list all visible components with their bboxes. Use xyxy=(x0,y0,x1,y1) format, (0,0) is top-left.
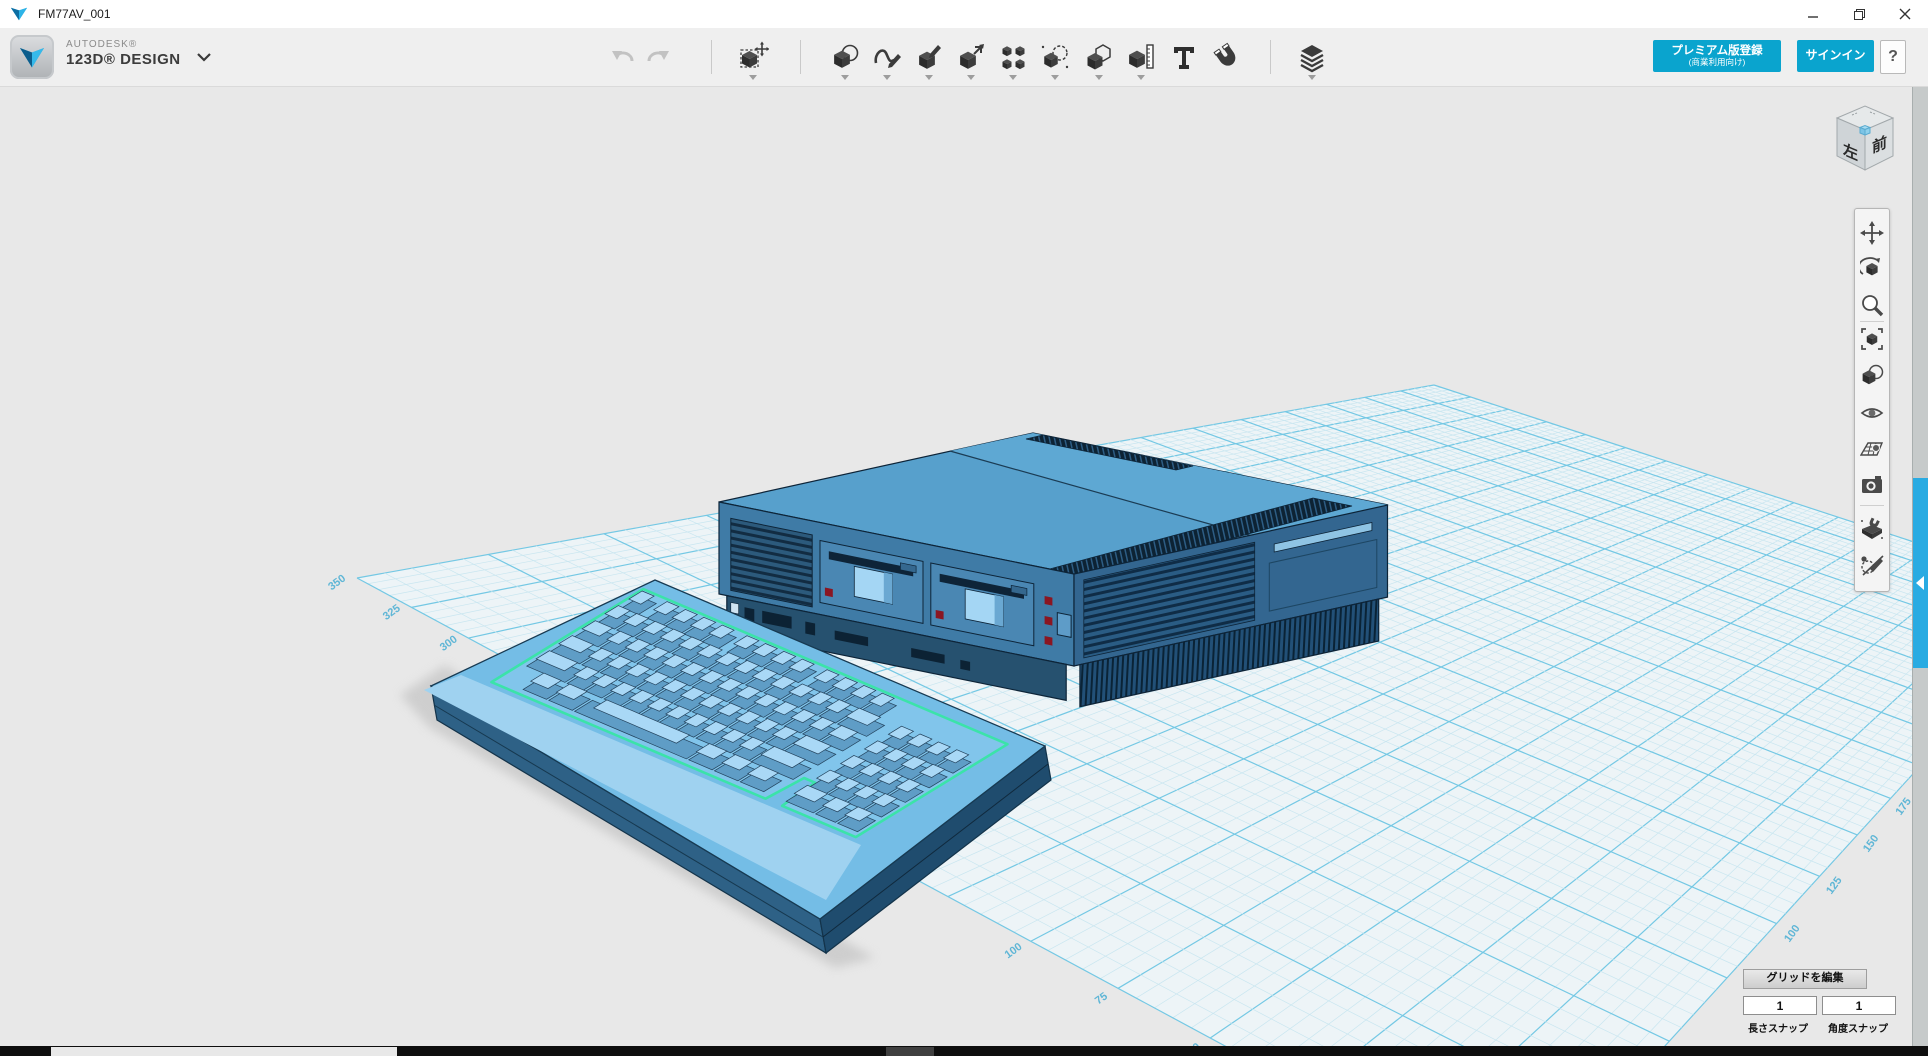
magnet-box-icon xyxy=(1860,517,1884,541)
scene-canvas[interactable]: 3503253001007550100125150175 xyxy=(0,0,1928,1056)
orbit-icon xyxy=(1860,257,1884,281)
app-menu-button[interactable] xyxy=(10,35,54,79)
svg-text:325: 325 xyxy=(381,602,403,622)
123d-logo-icon xyxy=(17,42,47,72)
main-toolbar: AUTODESK® 123D® DESIGN xyxy=(0,28,1928,87)
fit-view-tool[interactable] xyxy=(1860,327,1884,351)
transform-icon xyxy=(737,41,769,73)
construct-tool-button[interactable] xyxy=(912,40,946,74)
combine-tool-button[interactable] xyxy=(1082,40,1116,74)
svg-text:125: 125 xyxy=(1824,875,1844,897)
material-icon xyxy=(1296,41,1328,73)
sketch-visibility-tool[interactable] xyxy=(1860,553,1884,577)
text-tool-button[interactable] xyxy=(1167,40,1201,74)
parts-drawer-strip xyxy=(1912,86,1928,1046)
edit-grid-button[interactable]: グリッドを編集 xyxy=(1743,969,1867,989)
pattern-icon xyxy=(997,41,1029,73)
grouping-icon xyxy=(1039,41,1071,73)
app-icon xyxy=(10,5,28,23)
taskbar-light-segment xyxy=(51,1047,397,1056)
screenshot-tool[interactable] xyxy=(1860,473,1884,497)
eye-icon xyxy=(1860,401,1884,425)
help-button[interactable]: ? xyxy=(1880,40,1906,74)
toolbar-separator xyxy=(800,40,801,74)
premium-signup-button[interactable]: プレミアム版登録 (商業利用向け) xyxy=(1653,40,1781,72)
toolbar-separator xyxy=(1270,40,1271,74)
undo-icon xyxy=(610,43,638,71)
measure-tool-button[interactable] xyxy=(1124,40,1158,74)
show-hide-tool[interactable] xyxy=(1860,401,1884,425)
svg-text:75: 75 xyxy=(1093,990,1110,1007)
shading-tool[interactable] xyxy=(1860,363,1884,387)
shading-icon xyxy=(1860,363,1884,387)
text-icon xyxy=(1168,41,1200,73)
brand-autodesk: AUTODESK® xyxy=(66,39,137,50)
menu-chevron-icon[interactable] xyxy=(196,52,212,62)
grid-eye-icon xyxy=(1860,437,1884,461)
zoom-icon xyxy=(1860,293,1884,317)
svg-text:100: 100 xyxy=(1003,941,1025,961)
minimize-button[interactable] xyxy=(1790,0,1836,28)
sign-in-button[interactable]: サインイン xyxy=(1797,40,1874,72)
measure-icon xyxy=(1125,41,1157,73)
brand-product: 123D® DESIGN xyxy=(66,51,181,68)
pattern-tool-button[interactable] xyxy=(996,40,1030,74)
taskbar-gray-segment xyxy=(886,1047,934,1056)
angle-snap-label: 角度スナップ xyxy=(1828,1020,1888,1035)
camera-icon xyxy=(1860,473,1884,497)
construct-icon xyxy=(913,41,945,73)
length-snap-label: 長さスナップ xyxy=(1748,1020,1808,1035)
primitives-tool-button[interactable] xyxy=(828,40,862,74)
orbit-tool[interactable] xyxy=(1860,257,1884,281)
sketch-icon xyxy=(871,41,903,73)
pan-icon xyxy=(1860,221,1884,245)
primitives-icon xyxy=(829,41,861,73)
palette-divider xyxy=(1860,505,1884,506)
snap-icon xyxy=(1211,41,1243,73)
grouping-tool-button[interactable] xyxy=(1038,40,1072,74)
grid-visibility-tool[interactable] xyxy=(1860,437,1884,461)
material-tool-button[interactable] xyxy=(1295,40,1329,74)
pan-tool[interactable] xyxy=(1860,221,1884,245)
length-snap-input[interactable] xyxy=(1743,996,1817,1015)
palette-divider xyxy=(1860,321,1884,322)
sketch-hidden-icon xyxy=(1860,553,1884,577)
grid-settings-panel: グリッドを編集 長さスナップ 角度スナップ xyxy=(1740,966,1902,1042)
modify-tool-button[interactable] xyxy=(954,40,988,74)
sketch-tool-button[interactable] xyxy=(870,40,904,74)
redo-icon xyxy=(643,43,671,71)
titlebar: FM77AV_001 xyxy=(0,0,1928,29)
svg-text:300: 300 xyxy=(438,633,460,653)
parts-drawer-handle[interactable] xyxy=(1913,478,1928,668)
view-tool-palette xyxy=(1854,208,1890,592)
document-title: FM77AV_001 xyxy=(38,7,111,21)
viewcube[interactable]: 左 前 xyxy=(1824,102,1904,178)
fit-view-icon xyxy=(1860,327,1884,351)
transform-tool-button[interactable] xyxy=(736,40,770,74)
undo-button[interactable] xyxy=(607,40,641,74)
svg-text:350: 350 xyxy=(326,573,348,593)
drawer-expand-arrow-icon[interactable] xyxy=(1916,576,1924,590)
angle-snap-input[interactable] xyxy=(1822,996,1896,1015)
combine-icon xyxy=(1083,41,1115,73)
toolbar-separator xyxy=(711,40,712,74)
svg-text:150: 150 xyxy=(1861,833,1881,855)
close-button[interactable] xyxy=(1882,0,1928,28)
snap-surface-tool[interactable] xyxy=(1860,517,1884,541)
zoom-tool[interactable] xyxy=(1860,293,1884,317)
svg-text:100: 100 xyxy=(1782,923,1802,945)
app-window: { "window": { "title": "FM77AV_001" }, "… xyxy=(0,0,1928,1056)
restore-button[interactable] xyxy=(1836,0,1882,28)
svg-text:175: 175 xyxy=(1893,796,1913,818)
redo-button[interactable] xyxy=(640,40,674,74)
modify-icon xyxy=(955,41,987,73)
snap-tool-button[interactable] xyxy=(1210,40,1244,74)
taskbar-sliver xyxy=(0,1046,1928,1056)
